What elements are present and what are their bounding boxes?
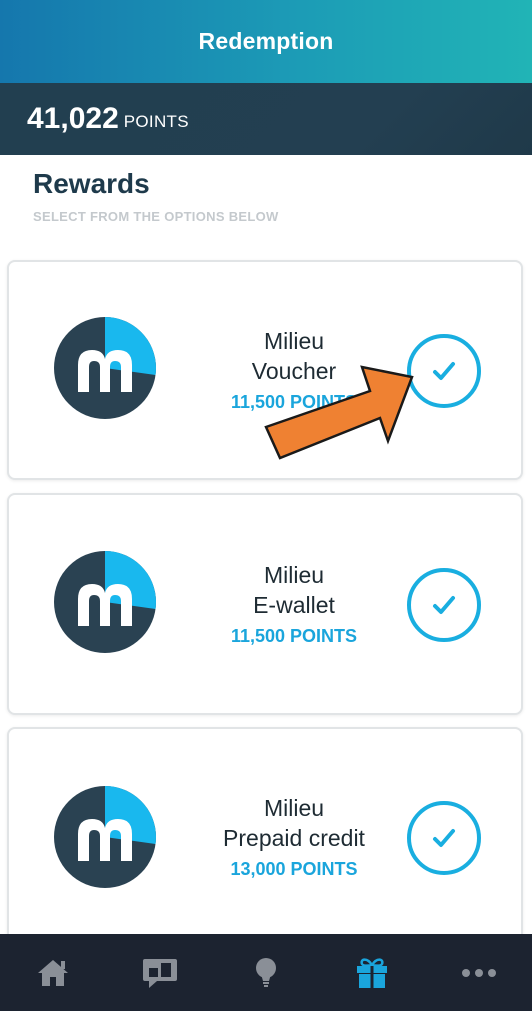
home-icon: [38, 959, 69, 986]
milieu-logo-icon: [54, 317, 156, 419]
select-checkmark-button[interactable]: [407, 568, 481, 642]
tab-home[interactable]: [23, 943, 83, 1003]
tab-chat[interactable]: [130, 943, 190, 1003]
chat-icon: [142, 958, 177, 988]
reward-brand: Milieu: [263, 328, 325, 354]
reward-type: E-wallet: [253, 592, 335, 618]
annotation-arrow-icon: [264, 365, 414, 460]
tab-ideas[interactable]: [236, 943, 296, 1003]
gift-icon: [357, 957, 388, 988]
checkmark-icon: [433, 596, 455, 614]
reward-info: Milieu E-wallet 11,500 POINTS: [199, 560, 389, 652]
points-unit: POINTS: [123, 112, 189, 131]
lightbulb-icon: [255, 957, 276, 987]
checkmark-icon: [433, 829, 455, 847]
points-balance-bar: 41,022 POINTS: [0, 83, 532, 155]
reward-card-ewallet[interactable]: Milieu E-wallet 11,500 POINTS: [7, 493, 523, 715]
tab-more[interactable]: [449, 943, 509, 1003]
reward-points: 11,500 POINTS: [230, 626, 358, 646]
section-title: Rewards: [33, 168, 150, 199]
milieu-logo-icon: [54, 551, 156, 653]
reward-type: Prepaid credit: [223, 825, 365, 851]
section-subtitle: SELECT FROM THE OPTIONS BELOW: [33, 209, 279, 224]
reward-points: 13,000 POINTS: [230, 859, 358, 879]
reward-info: Milieu Prepaid credit 13,000 POINTS: [199, 793, 389, 885]
app-header: Redemption: [0, 0, 532, 83]
reward-brand: Milieu: [263, 562, 325, 588]
checkmark-icon: [433, 362, 455, 380]
bottom-tab-bar: [0, 934, 532, 1011]
reward-card-prepaid-credit[interactable]: Milieu Prepaid credit 13,000 POINTS: [7, 727, 523, 967]
page-title: Redemption: [198, 28, 334, 54]
more-icon: [461, 968, 496, 977]
select-checkmark-button[interactable]: [407, 801, 481, 875]
reward-brand: Milieu: [263, 795, 325, 821]
milieu-logo-icon: [54, 786, 156, 888]
points-value: 41,022: [27, 102, 119, 135]
tab-rewards[interactable]: [342, 943, 402, 1003]
